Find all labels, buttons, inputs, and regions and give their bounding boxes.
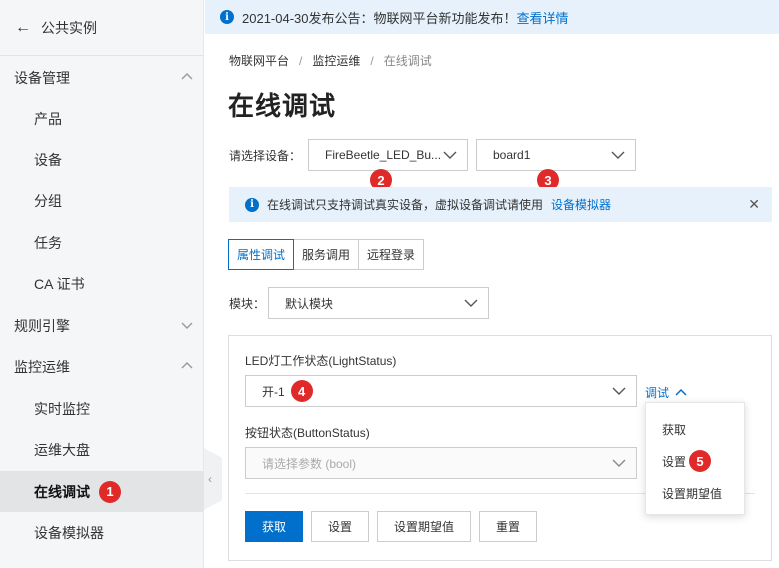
step-badge: 4 — [290, 380, 313, 402]
light-status-value: 开-1 — [262, 384, 285, 399]
device-select-label: 请选择设备： — [229, 149, 302, 163]
menu-item-set-desired[interactable]: 设置期望值 — [662, 485, 722, 502]
menu-item-set[interactable]: 设置 — [662, 453, 686, 470]
button-status-placeholder: 请选择参数 (bool) — [262, 456, 357, 471]
light-status-select[interactable]: 开-1 4 — [245, 375, 637, 407]
debug-link-label: 调试 — [645, 386, 670, 400]
module-select-value: 默认模块 — [285, 296, 334, 311]
step-badge: 5 — [689, 450, 711, 472]
chevron-down-icon — [612, 459, 626, 467]
chevron-down-icon — [611, 151, 625, 159]
chevron-up-icon — [181, 362, 193, 369]
set-desired-button[interactable]: 设置期望值 — [377, 511, 471, 542]
sidebar-item-label: 在线调试 — [34, 483, 90, 500]
back-label: 公共实例 — [41, 19, 97, 36]
announcement-link[interactable]: 查看详情 — [517, 8, 569, 27]
light-status-label: LED灯工作状态(LightStatus) — [245, 354, 397, 368]
group-label: 规则引擎 — [14, 317, 70, 334]
sidebar-group-rule-engine[interactable]: 规则引擎 — [0, 305, 204, 346]
breadcrumb-item[interactable]: 物联网平台 — [229, 54, 289, 68]
sidebar-item-ca-cert[interactable]: CA 证书 — [0, 263, 204, 304]
info-tip: i 在线调试只支持调试真实设备，虚拟设备调试请使用 设备模拟器 ✕ — [229, 187, 772, 222]
sidebar-item-label: 设备模拟器 — [34, 524, 104, 541]
sidebar: ← 公共实例 设备管理 产品 设备 分组 任务 CA 证书 规则引擎 监控运维 … — [0, 0, 204, 568]
page-title: 在线调试 — [228, 91, 337, 121]
breadcrumb-item[interactable]: 监控运维 — [312, 54, 360, 68]
debug-dropdown-toggle[interactable]: 调试 — [645, 384, 687, 401]
chevron-down-icon — [443, 151, 457, 159]
sidebar-item-online-debug[interactable]: 在线调试 1 — [0, 471, 204, 512]
sidebar-item-group[interactable]: 分组 — [0, 180, 204, 221]
device-select-value: board1 — [493, 148, 531, 162]
sidebar-group-device-management[interactable]: 设备管理 — [0, 57, 204, 98]
module-select[interactable]: 默认模块 — [268, 287, 489, 319]
sidebar-item-label: 产品 — [34, 110, 62, 127]
button-status-select[interactable]: 请选择参数 (bool) — [245, 447, 637, 479]
sidebar-item-ops-dashboard[interactable]: 运维大盘 — [0, 429, 204, 470]
product-select[interactable]: FireBeetle_LED_Bu... — [308, 139, 468, 171]
product-select-value: FireBeetle_LED_Bu... — [325, 148, 442, 162]
module-label: 模块： — [229, 297, 266, 311]
debug-tabs: 属性调试 服务调用 远程登录 — [228, 239, 425, 270]
chevron-up-icon — [181, 73, 193, 80]
step-badge: 1 — [99, 480, 121, 503]
sidebar-item-realtime-monitor[interactable]: 实时监控 — [0, 388, 204, 429]
sidebar-collapse-handle[interactable]: ‹ — [204, 448, 222, 510]
sidebar-item-label: 任务 — [34, 234, 62, 251]
sidebar-item-label: 实时监控 — [34, 400, 90, 417]
reset-button[interactable]: 重置 — [479, 511, 537, 542]
announcement-text: 2021-04-30发布公告：物联网平台新功能发布！ — [242, 10, 517, 26]
tab-service-call[interactable]: 服务调用 — [293, 239, 360, 270]
sidebar-item-product[interactable]: 产品 — [0, 98, 204, 139]
sidebar-item-label: CA 证书 — [34, 275, 85, 292]
menu-item-get[interactable]: 获取 — [662, 421, 686, 438]
back-button[interactable]: ← 公共实例 — [0, 0, 204, 56]
tab-remote-login[interactable]: 远程登录 — [358, 239, 425, 270]
chevron-down-icon — [612, 387, 626, 395]
device-simulator-link[interactable]: 设备模拟器 — [551, 196, 611, 213]
sidebar-item-task[interactable]: 任务 — [0, 222, 204, 263]
device-select[interactable]: board1 — [476, 139, 636, 171]
set-button[interactable]: 设置 — [311, 511, 369, 542]
sidebar-item-label: 设备 — [34, 151, 62, 168]
debug-popover-menu: 获取 设置 5 设置期望值 — [645, 402, 745, 515]
chevron-left-icon: ‹ — [208, 472, 212, 486]
tip-text: 在线调试只支持调试真实设备，虚拟设备调试请使用 — [267, 198, 544, 212]
info-icon: i — [220, 10, 234, 24]
sidebar-item-device-simulator[interactable]: 设备模拟器 — [0, 512, 204, 553]
info-icon: i — [245, 197, 259, 212]
breadcrumb: 物联网平台 / 监控运维 / 在线调试 — [229, 54, 432, 68]
arrow-left-icon: ← — [15, 18, 31, 36]
sidebar-item-label: 运维大盘 — [34, 441, 90, 458]
breadcrumb-current: 在线调试 — [383, 54, 432, 68]
chevron-down-icon — [464, 299, 478, 307]
sidebar-item-device[interactable]: 设备 — [0, 139, 204, 180]
close-icon[interactable]: ✕ — [748, 196, 760, 213]
get-button[interactable]: 获取 — [245, 511, 303, 542]
button-status-label: 按钮状态(ButtonStatus) — [245, 426, 370, 440]
sidebar-item-label: 分组 — [34, 192, 62, 209]
announcement-bar: i 2021-04-30发布公告：物联网平台新功能发布！ 查看详情 — [205, 0, 779, 34]
group-label: 监控运维 — [14, 358, 70, 375]
tab-property-debug[interactable]: 属性调试 — [228, 239, 295, 270]
sidebar-group-monitoring[interactable]: 监控运维 — [0, 346, 204, 387]
chevron-down-icon — [181, 322, 193, 329]
group-label: 设备管理 — [14, 69, 70, 86]
chevron-up-icon — [675, 388, 687, 396]
